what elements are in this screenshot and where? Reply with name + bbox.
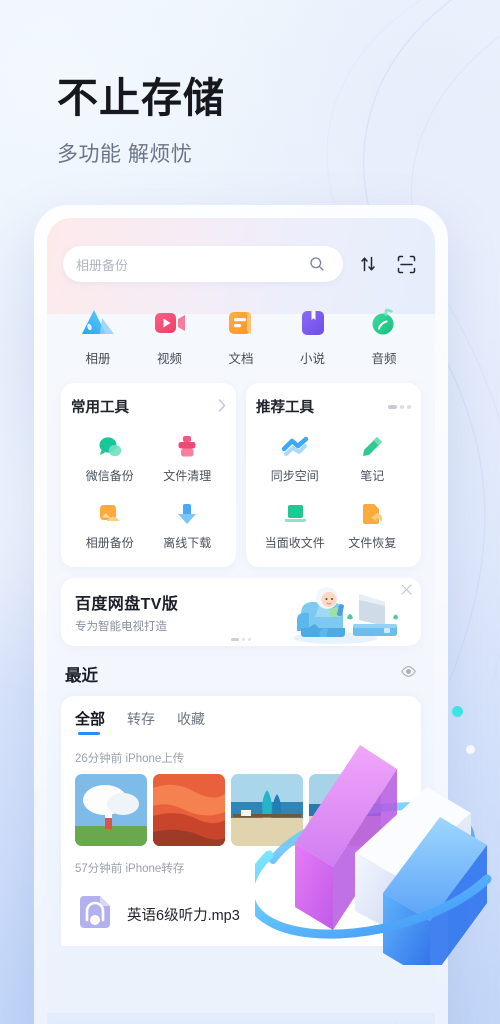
card-title: 常用工具 (71, 400, 129, 416)
search-input[interactable]: 相册备份 (63, 246, 343, 282)
recent-group-meta: 57分钟前 iPhone转存 (75, 863, 185, 875)
search-icon[interactable] (304, 251, 330, 277)
thumbnail-item[interactable] (75, 774, 147, 846)
tool-label: 笔记 (360, 469, 385, 483)
promo-banner[interactable]: 百度网盘TV版 专为智能电视打造 (61, 578, 421, 646)
category-item-book[interactable]: 小说 (282, 302, 344, 367)
tool-label: 离线下载 (163, 536, 212, 550)
phone-screen: 相册备份 相册 视频 文档 小说 音频 常用工具 微信备份 文件清理 相册备份 … (47, 218, 435, 1024)
tool-label: 文件恢复 (348, 536, 397, 550)
scan-icon[interactable] (393, 251, 419, 277)
bottom-navigation: 首页 文件 共享 发现 我的 (47, 1013, 435, 1024)
hero-headline: 不止存储 多功能 解烦忧 (57, 75, 225, 168)
eye-icon[interactable] (400, 663, 417, 685)
recent-panel: 全部 转存 收藏 26分钟前 iPhone上传 57分钟前 iPhone转存 英… (61, 696, 421, 946)
chevron-right-icon[interactable] (218, 398, 226, 415)
thumbnail-item[interactable] (153, 774, 225, 846)
tool-item-note[interactable]: 笔记 (334, 423, 412, 486)
card-header: 推荐工具 (256, 396, 411, 417)
tab-transfer[interactable]: 转存 (127, 709, 155, 736)
category-item-audio[interactable]: 音频 (353, 302, 415, 367)
book-icon (282, 302, 344, 344)
common-tools-card: 常用工具 微信备份 文件清理 相册备份 离线下载 (61, 383, 236, 567)
thumbnail-item[interactable] (309, 774, 381, 846)
recommended-tools-card: 推荐工具 同步空间 笔记 当面收文件 文件恢复 (246, 383, 421, 567)
video-icon (139, 302, 201, 344)
photo-album-icon (67, 302, 129, 344)
tool-item-wechat-backup[interactable]: 微信备份 (71, 423, 149, 486)
thumbnail-item[interactable] (231, 774, 303, 846)
decor-dot-cyan (452, 706, 463, 717)
recent-header: 最近 (61, 646, 421, 696)
card-header: 常用工具 (71, 396, 226, 417)
page-title: 不止存储 (57, 75, 225, 121)
category-label: 文档 (228, 352, 254, 366)
tool-label: 微信备份 (85, 469, 134, 483)
recent-title: 最近 (65, 667, 98, 685)
receive-file-icon (256, 497, 334, 531)
tool-item-file-clean[interactable]: 文件清理 (149, 423, 227, 486)
card-title: 推荐工具 (256, 400, 314, 416)
transfer-icon[interactable] (355, 251, 381, 277)
recent-file-row[interactable]: 英语6级听力.mp3 (75, 884, 407, 941)
recent-group-meta: 26分钟前 iPhone上传 (75, 753, 185, 765)
tool-item-offline-download[interactable]: 离线下载 (149, 490, 227, 553)
tool-item-sync-space[interactable]: 同步空间 (256, 423, 334, 486)
page-subtitle: 多功能 解烦忧 (57, 143, 193, 167)
tab-all[interactable]: 全部 (75, 708, 105, 736)
tab-favorites[interactable]: 收藏 (177, 709, 205, 736)
tool-label: 相册备份 (85, 536, 134, 550)
offline-download-icon (149, 497, 227, 531)
carousel-dots[interactable] (388, 404, 411, 409)
phone-mockup: 相册备份 相册 视频 文档 小说 音频 常用工具 微信备份 文件清理 相册备份 … (34, 205, 448, 1024)
category-item-photo[interactable]: 相册 (67, 302, 129, 367)
category-label: 小说 (299, 352, 325, 366)
tool-cards-row: 常用工具 微信备份 文件清理 相册备份 离线下载 推荐工具 同步空间 笔记 当面… (61, 383, 421, 567)
file-name: 英语6级听力.mp3 (127, 908, 240, 924)
tool-item-file-restore[interactable]: 文件恢复 (334, 490, 412, 553)
tool-item-album-backup[interactable]: 相册备份 (71, 490, 149, 553)
category-item-document[interactable]: 文档 (210, 302, 272, 367)
recent-tabs: 全部 转存 收藏 (75, 708, 407, 736)
category-item-video[interactable]: 视频 (139, 302, 201, 367)
decor-dot-white (466, 745, 475, 754)
category-label: 视频 (156, 352, 182, 366)
file-restore-icon (334, 497, 412, 531)
recent-photo-thumbnails (75, 774, 407, 846)
banner-carousel-dots[interactable] (231, 638, 251, 641)
search-placeholder: 相册备份 (76, 257, 129, 273)
wechat-backup-icon (71, 430, 149, 464)
category-row: 相册 视频 文档 小说 音频 (61, 298, 421, 383)
sync-space-icon (256, 430, 334, 464)
tool-item-receive-file[interactable]: 当面收文件 (256, 490, 334, 553)
audio-icon (353, 302, 415, 344)
album-backup-icon (71, 497, 149, 531)
category-label: 相册 (85, 352, 111, 366)
astronaut-tv-illustration (283, 580, 403, 646)
document-icon (210, 302, 272, 344)
note-pen-icon (334, 430, 412, 464)
tool-label: 同步空间 (270, 469, 319, 483)
tool-label: 文件清理 (163, 469, 212, 483)
file-clean-icon (149, 430, 227, 464)
category-label: 音频 (371, 352, 397, 366)
search-row: 相册备份 (61, 218, 421, 298)
audio-file-icon (75, 892, 115, 937)
tool-label: 当面收文件 (264, 536, 325, 550)
